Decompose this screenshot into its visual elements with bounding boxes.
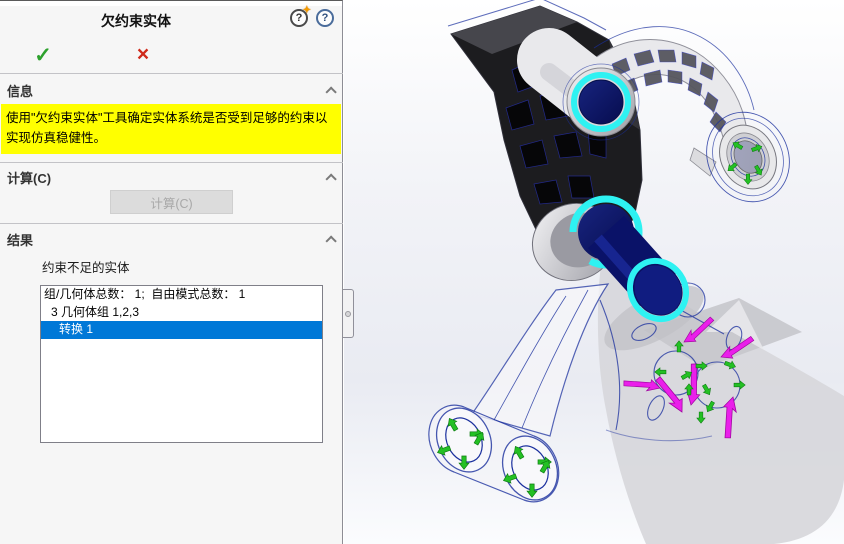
grip-dot-icon: [345, 311, 351, 317]
divider: [0, 73, 343, 74]
help-icon[interactable]: ?: [316, 9, 334, 27]
results-listbox[interactable]: 组/几何体总数： 1; 自由模式总数： 1 3 几何体组 1,2,3 转换 1: [40, 285, 323, 443]
info-message: 使用"欠约束实体"工具确定实体系统是否受到足够的约束以实现仿真稳健性。: [1, 104, 341, 154]
model-rod-body[interactable]: [426, 284, 608, 509]
divider: [0, 223, 343, 224]
app-window: 欠约束实体 ? ✦ ? ✓ × 信息 使用"欠约束实体"工具确定实体系统是否受到…: [0, 0, 844, 544]
page-title: 欠约束实体: [0, 11, 272, 31]
compute-button[interactable]: 计算(C): [110, 190, 233, 214]
accept-button[interactable]: ✓: [26, 43, 60, 68]
divider: [0, 162, 343, 163]
whats-new-help-icon[interactable]: ? ✦: [290, 9, 308, 27]
section-header-results[interactable]: 结果: [0, 228, 343, 250]
panel-splitter-handle[interactable]: [343, 289, 354, 338]
list-item-selected[interactable]: 转换 1: [41, 321, 322, 339]
cad-model[interactable]: [344, 0, 844, 544]
chevron-up-icon[interactable]: [325, 235, 336, 246]
section-label-results: 结果: [7, 230, 33, 249]
confirm-row: ✓ ×: [0, 39, 342, 71]
list-item[interactable]: 组/几何体总数： 1; 自由模式总数： 1: [41, 286, 322, 304]
question-glyph: ?: [296, 12, 303, 24]
question-glyph: ?: [322, 12, 329, 24]
results-sublabel: 约束不足的实体: [42, 257, 130, 276]
graphics-viewport[interactable]: [344, 0, 844, 544]
section-label-info: 信息: [7, 81, 33, 100]
star-icon: ✦: [303, 5, 311, 16]
panel-titlebar: 欠约束实体 ? ✦ ?: [0, 1, 342, 37]
section-header-compute[interactable]: 计算(C): [0, 166, 343, 188]
chevron-up-icon[interactable]: [325, 173, 336, 184]
section-label-compute: 计算(C): [7, 168, 51, 187]
chevron-up-icon[interactable]: [325, 86, 336, 97]
list-item[interactable]: 3 几何体组 1,2,3: [41, 304, 322, 322]
section-header-info[interactable]: 信息: [0, 79, 343, 101]
property-manager-panel: 欠约束实体 ? ✦ ? ✓ × 信息 使用"欠约束实体"工具确定实体系统是否受到…: [0, 0, 343, 544]
cancel-button[interactable]: ×: [126, 43, 160, 67]
